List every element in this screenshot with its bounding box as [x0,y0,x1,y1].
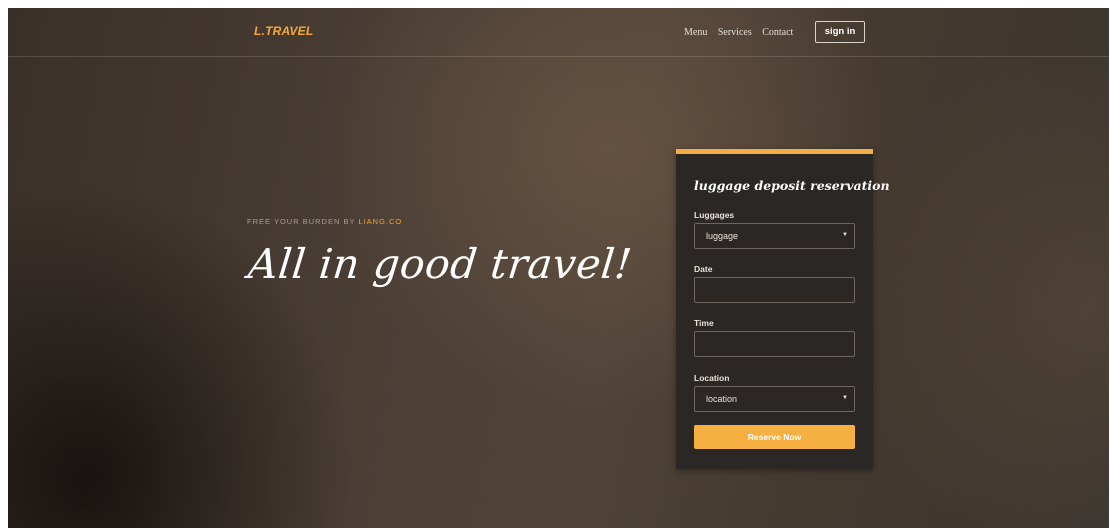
luggage-select[interactable]: luggage ▼ [694,223,855,249]
date-label: Date [694,264,713,274]
tagline-brand-link[interactable]: LIANG.CO [358,217,402,226]
chevron-down-icon: ▼ [842,395,848,401]
nav-links: Menu Services Contact [684,27,801,38]
brand-logo[interactable]: L.TRAVEL [254,24,313,38]
nav-link-menu[interactable]: Menu [684,27,707,38]
location-select-value: location [706,394,738,404]
luggage-select-value: luggage [706,231,739,241]
tagline-text: FREE YOUR BURDEN BY [247,217,356,226]
reservation-form: luggage deposit reservation Luggages lug… [676,149,890,469]
hero-background: L.TRAVEL Menu Services Contact sign in F… [8,8,1109,528]
nav-link-contact[interactable]: Contact [762,27,793,38]
location-select[interactable]: location ▼ [694,386,855,412]
nav-link-services[interactable]: Services [718,27,752,38]
date-input[interactable] [694,277,855,303]
sign-in-button[interactable]: sign in [815,21,865,43]
reserve-now-button[interactable]: Reserve Now [694,425,855,449]
chevron-down-icon: ▼ [842,232,848,238]
luggage-label: Luggages [694,210,735,220]
hero-headline: All in good travel! [246,240,635,288]
time-input[interactable] [694,331,855,357]
navbar: L.TRAVEL Menu Services Contact sign in [8,8,1109,57]
location-label: Location [694,373,730,383]
hero-tagline: FREE YOUR BURDEN BY LIANG.CO [247,217,402,226]
time-label: Time [694,318,714,328]
form-title: luggage deposit reservation [694,178,890,193]
